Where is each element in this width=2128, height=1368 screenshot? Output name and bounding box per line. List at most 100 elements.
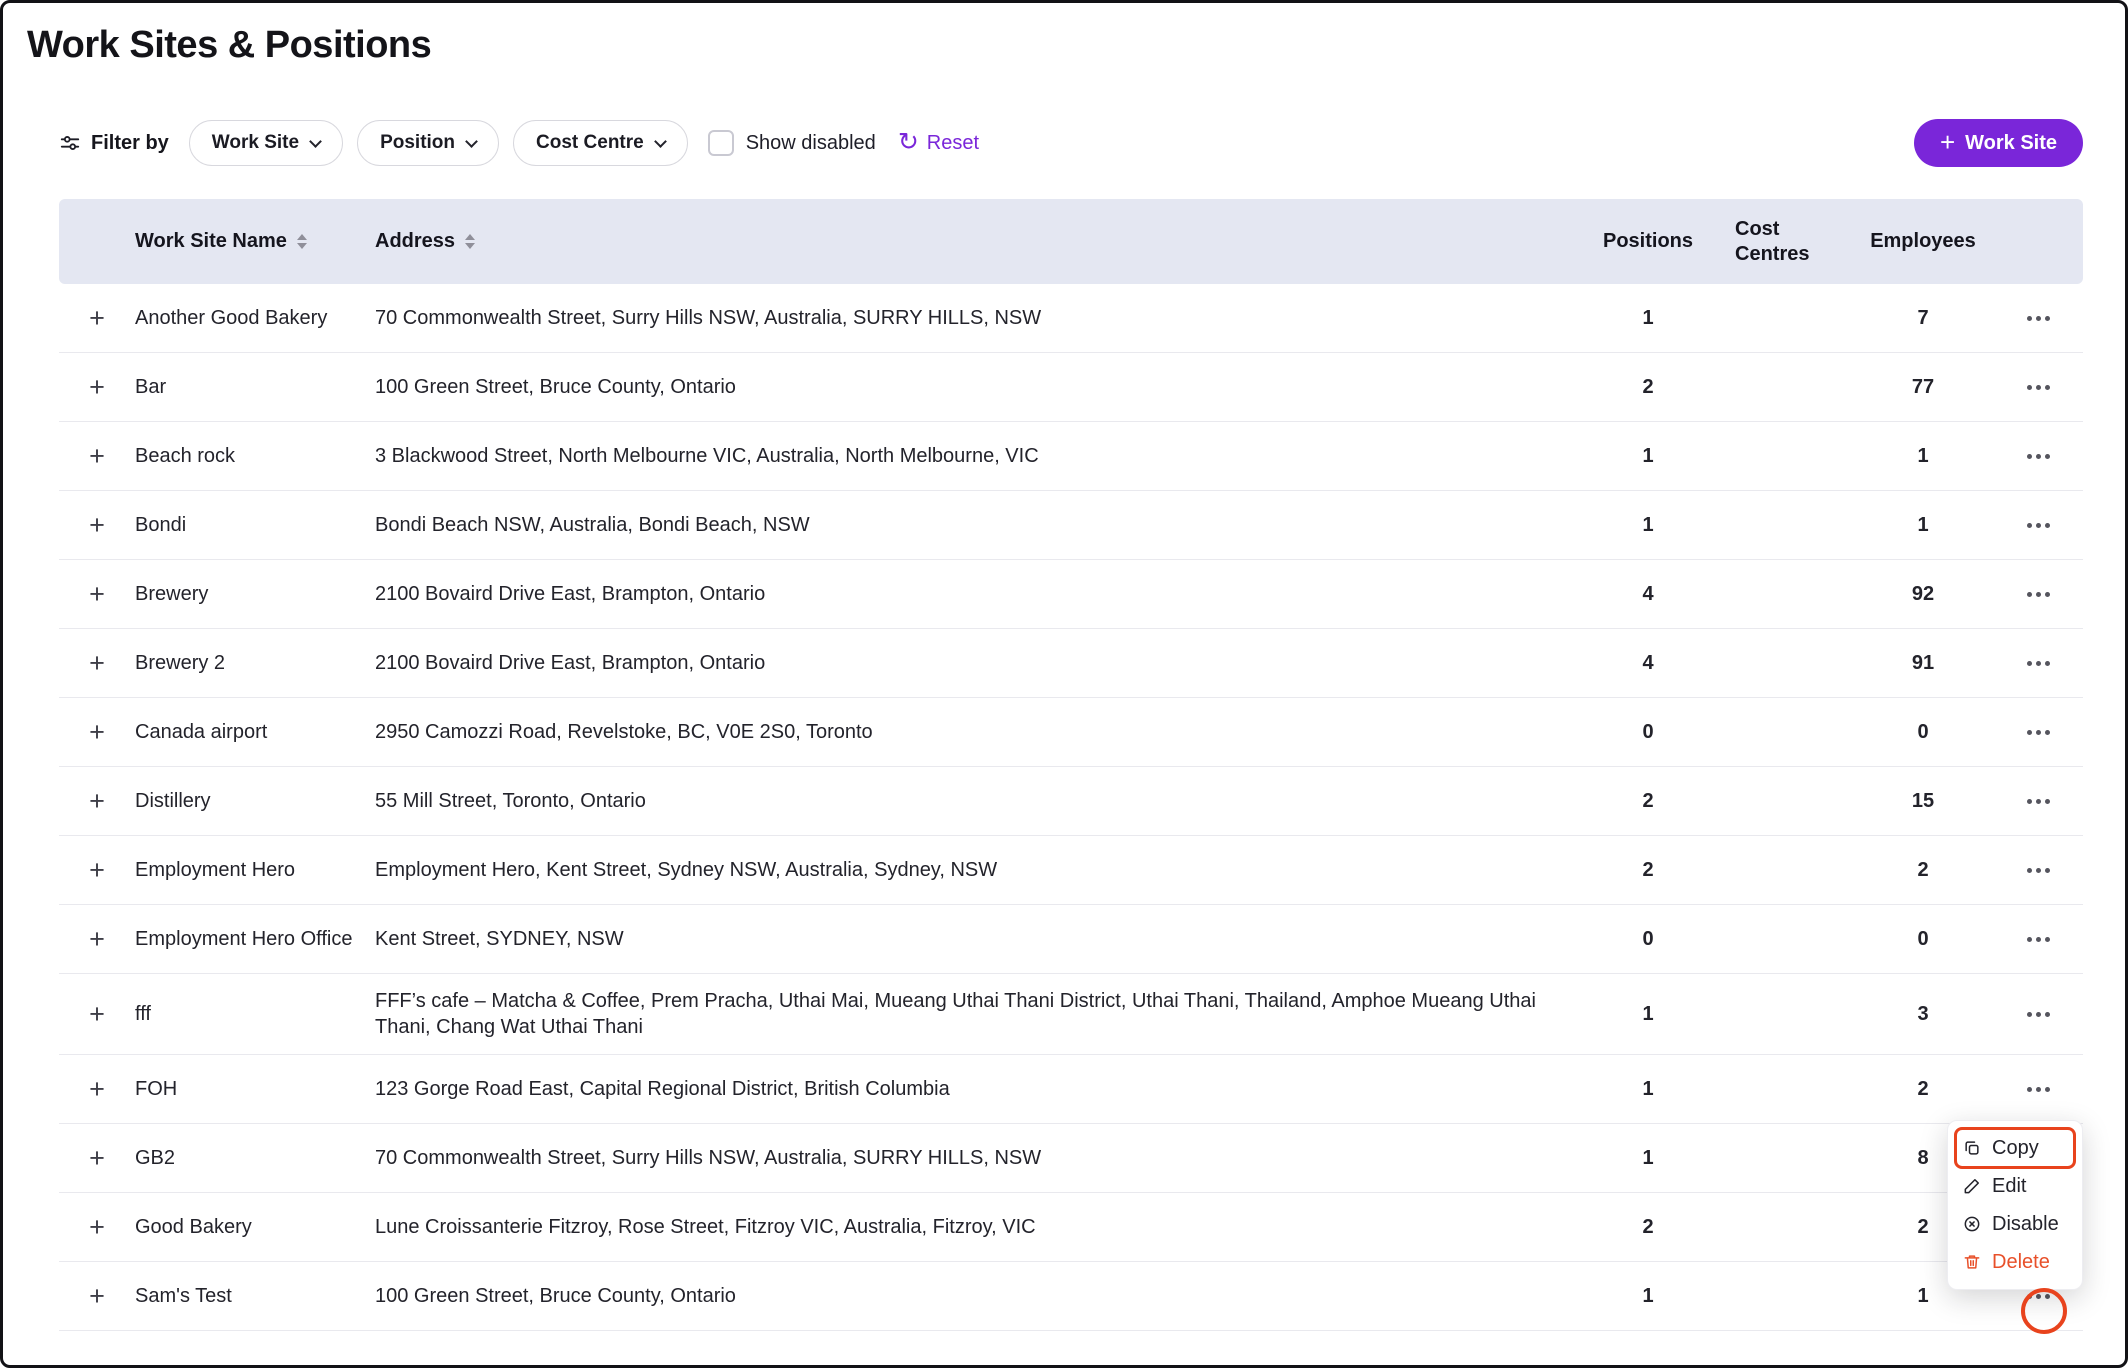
trash-icon xyxy=(1962,1252,1982,1272)
row-actions-button[interactable] xyxy=(2023,308,2054,329)
disable-icon xyxy=(1962,1214,1982,1234)
work-site-address: 100 Green Street, Bruce County, Ontario xyxy=(375,1283,1593,1309)
column-header-positions: Positions xyxy=(1593,230,1703,253)
row-actions-button[interactable] xyxy=(2023,377,2054,398)
row-actions-menu: Copy Edit Disable Delete xyxy=(1947,1120,2083,1290)
table-row: + fff FFF’s cafe – Matcha & Coffee, Prem… xyxy=(59,974,2083,1055)
filter-dropdown-work-site[interactable]: Work Site xyxy=(189,120,343,166)
menu-item-disable[interactable]: Disable xyxy=(1956,1205,2074,1243)
add-work-site-button[interactable]: + Work Site xyxy=(1914,119,2083,167)
expand-row-button[interactable]: + xyxy=(89,926,105,953)
work-site-name: GB2 xyxy=(135,1145,375,1171)
reset-label: Reset xyxy=(927,132,979,155)
chevron-down-icon xyxy=(465,135,478,148)
row-actions-button[interactable] xyxy=(2023,515,2054,536)
table-row: + Sam's Test 100 Green Street, Bruce Cou… xyxy=(59,1262,2083,1331)
work-site-name: Sam's Test xyxy=(135,1283,375,1309)
positions-count: 4 xyxy=(1593,652,1703,675)
work-site-name: Another Good Bakery xyxy=(135,305,375,331)
table-body: + Another Good Bakery 70 Commonwealth St… xyxy=(59,284,2083,1331)
row-actions-button[interactable] xyxy=(2023,929,2054,950)
row-actions-button[interactable] xyxy=(2023,446,2054,467)
table-row: + Employment Hero Office Kent Street, SY… xyxy=(59,905,2083,974)
employees-count: 3 xyxy=(1853,1003,1993,1026)
filter-sliders-icon xyxy=(59,132,81,154)
work-site-name: Brewery 2 xyxy=(135,650,375,676)
table-row: + Bar 100 Green Street, Bruce County, On… xyxy=(59,353,2083,422)
menu-item-edit[interactable]: Edit xyxy=(1956,1167,2074,1205)
sort-icon[interactable] xyxy=(465,234,475,249)
work-site-address: 2100 Bovaird Drive East, Brampton, Ontar… xyxy=(375,650,1593,676)
positions-count: 0 xyxy=(1593,928,1703,951)
work-site-address: 2950 Camozzi Road, Revelstoke, BC, V0E 2… xyxy=(375,719,1593,745)
filter-dropdown-position[interactable]: Position xyxy=(357,120,499,166)
row-actions-button[interactable] xyxy=(2023,1079,2054,1100)
column-header-employees: Employees xyxy=(1853,230,1993,253)
work-sites-table: Work Site Name Address Positions Cost Ce… xyxy=(59,199,2083,1331)
expand-row-button[interactable]: + xyxy=(89,1145,105,1172)
work-site-address: Lune Croissanterie Fitzroy, Rose Street,… xyxy=(375,1214,1593,1240)
content-card: Filter by Work Site Position Cost Centre… xyxy=(19,83,2109,1331)
employees-count: 1 xyxy=(1853,445,1993,468)
row-actions-button[interactable] xyxy=(2023,653,2054,674)
expand-row-button[interactable]: + xyxy=(89,1283,105,1310)
expand-row-button[interactable]: + xyxy=(89,443,105,470)
sort-icon[interactable] xyxy=(297,234,307,249)
menu-item-copy[interactable]: Copy xyxy=(1956,1129,2074,1167)
menu-item-delete[interactable]: Delete xyxy=(1956,1243,2074,1281)
edit-pencil-icon xyxy=(1962,1176,1982,1196)
positions-count: 1 xyxy=(1593,1147,1703,1170)
employees-count: 0 xyxy=(1853,928,1993,951)
column-label: Address xyxy=(375,230,455,253)
work-site-name: FOH xyxy=(135,1076,375,1102)
row-actions-button[interactable] xyxy=(2023,584,2054,605)
filter-by-label: Filter by xyxy=(91,132,169,155)
expand-row-button[interactable]: + xyxy=(89,1001,105,1028)
positions-count: 2 xyxy=(1593,1216,1703,1239)
expand-row-button[interactable]: + xyxy=(89,1214,105,1241)
chevron-down-icon xyxy=(654,135,667,148)
column-header-address[interactable]: Address xyxy=(375,230,1593,253)
expand-row-button[interactable]: + xyxy=(89,788,105,815)
work-site-name: Bar xyxy=(135,374,375,400)
expand-row-button[interactable]: + xyxy=(89,512,105,539)
work-site-name: Beach rock xyxy=(135,443,375,469)
table-row: + FOH 123 Gorge Road East, Capital Regio… xyxy=(59,1055,2083,1124)
column-label: Positions xyxy=(1603,230,1693,253)
employees-count: 2 xyxy=(1853,1078,1993,1101)
menu-item-label: Edit xyxy=(1992,1175,2026,1198)
add-work-site-label: Work Site xyxy=(1965,132,2057,155)
table-row: + Beach rock 3 Blackwood Street, North M… xyxy=(59,422,2083,491)
expand-row-button[interactable]: + xyxy=(89,719,105,746)
expand-row-button[interactable]: + xyxy=(89,857,105,884)
expand-row-button[interactable]: + xyxy=(89,650,105,677)
filter-dropdown-cost-centre[interactable]: Cost Centre xyxy=(513,120,688,166)
filter-by-label-group: Filter by xyxy=(59,132,169,155)
show-disabled-checkbox[interactable] xyxy=(708,130,734,156)
show-disabled-toggle[interactable]: Show disabled xyxy=(708,130,876,156)
expand-row-button[interactable]: + xyxy=(89,581,105,608)
work-site-name: fff xyxy=(135,1001,375,1027)
expand-row-button[interactable]: + xyxy=(89,374,105,401)
chevron-down-icon xyxy=(309,135,322,148)
positions-count: 2 xyxy=(1593,859,1703,882)
work-site-name: Bondi xyxy=(135,512,375,538)
expand-row-button[interactable]: + xyxy=(89,305,105,332)
column-header-work-site-name[interactable]: Work Site Name xyxy=(135,230,375,253)
row-actions-button[interactable] xyxy=(2023,1004,2054,1025)
table-row: + Another Good Bakery 70 Commonwealth St… xyxy=(59,284,2083,353)
work-site-address: FFF’s cafe – Matcha & Coffee, Prem Prach… xyxy=(375,988,1593,1040)
reset-filters-button[interactable]: ↻ Reset xyxy=(898,131,979,156)
expand-row-button[interactable]: + xyxy=(89,1076,105,1103)
row-actions-button[interactable] xyxy=(2023,791,2054,812)
filter-dropdowns: Work Site Position Cost Centre xyxy=(189,120,688,166)
column-label: Cost Centres xyxy=(1735,217,1821,267)
row-actions-button[interactable] xyxy=(2023,860,2054,881)
menu-item-label: Delete xyxy=(1992,1251,2050,1274)
positions-count: 1 xyxy=(1593,307,1703,330)
employees-count: 2 xyxy=(1853,859,1993,882)
table-row: + Bondi Bondi Beach NSW, Australia, Bond… xyxy=(59,491,2083,560)
row-actions-button[interactable] xyxy=(2023,722,2054,743)
work-site-name: Brewery xyxy=(135,581,375,607)
dropdown-label: Cost Centre xyxy=(536,132,644,154)
